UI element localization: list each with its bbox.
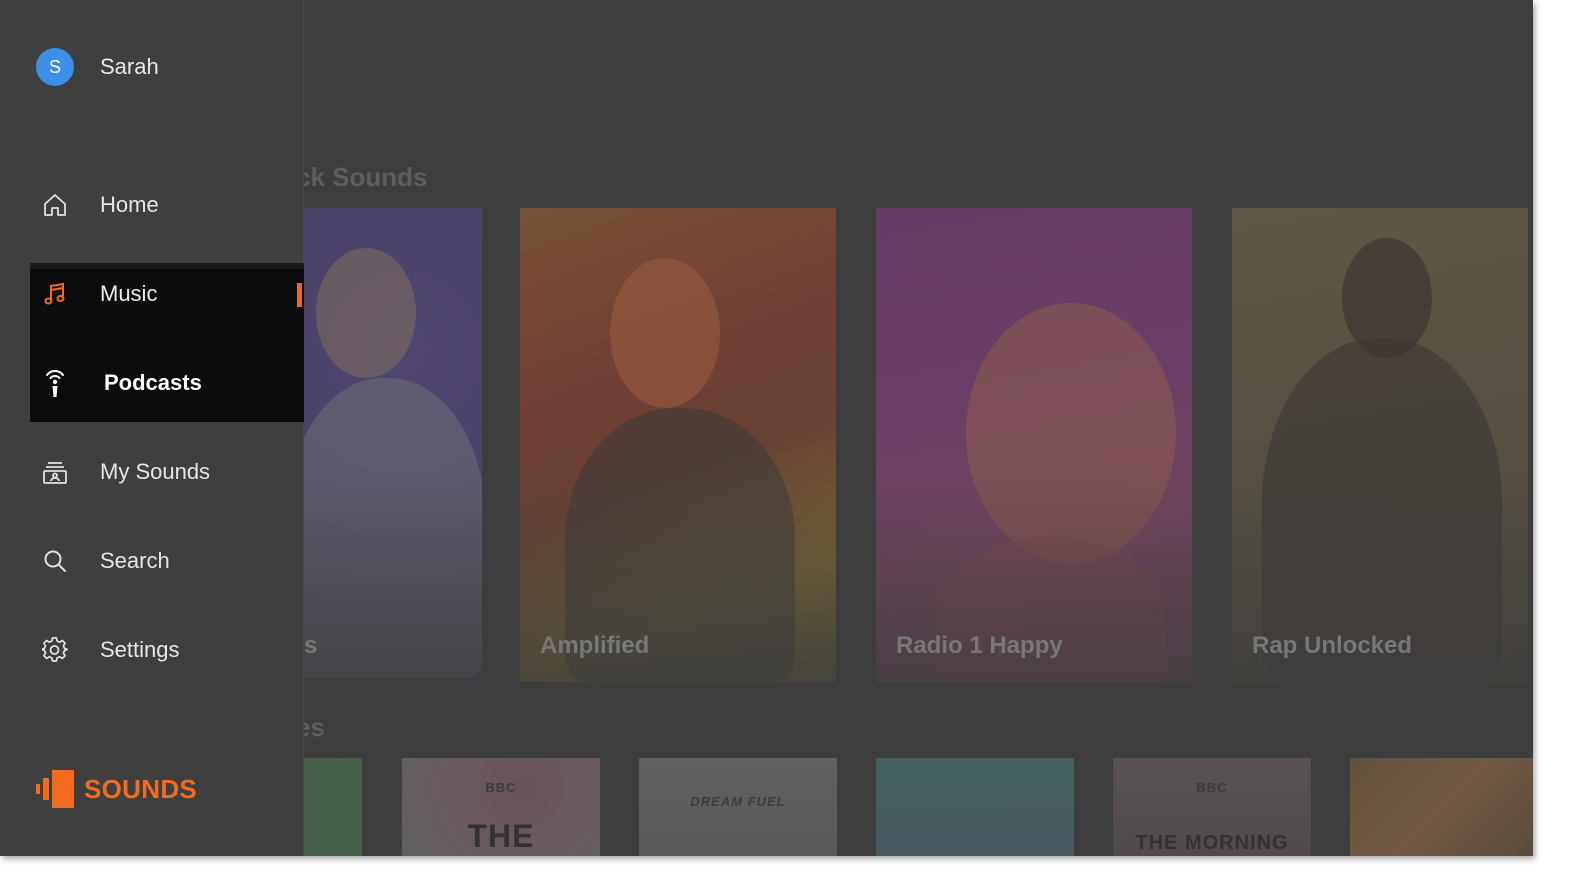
- sounds-logo: SOUNDS: [36, 770, 197, 808]
- profile[interactable]: S Sarah: [36, 48, 159, 86]
- nav-item-settings[interactable]: Settings: [30, 620, 304, 680]
- gear-icon: [30, 637, 80, 663]
- nav-item-search[interactable]: Search: [30, 531, 304, 591]
- station-tile[interactable]: BBC THE: [402, 758, 600, 856]
- search-icon: [30, 548, 80, 574]
- station-tile[interactable]: DREAM FUEL: [639, 758, 837, 856]
- card-title: Rap Unlocked: [1252, 632, 1413, 659]
- nav-label: Music: [100, 281, 158, 306]
- navigation-drawer: S Sarah Home Music Podcasts My Sounds Se…: [0, 0, 304, 856]
- app-window: ck Sounds s Amplified Radio 1 Happy Rap …: [0, 0, 1533, 856]
- nav-label: Search: [100, 548, 170, 573]
- home-icon: [30, 192, 80, 218]
- section-title-sounds: ck Sounds: [296, 162, 428, 192]
- tile-title: THE MORNING: [1135, 832, 1289, 854]
- tile-text: DREAM FUEL: [690, 794, 786, 809]
- nav-label: Podcasts: [104, 370, 202, 395]
- nav-label: My Sounds: [100, 459, 211, 484]
- tile-text: BBC: [485, 780, 517, 795]
- station-tile[interactable]: [876, 758, 1074, 856]
- station-tile[interactable]: BBC THE MORNING: [1113, 758, 1311, 856]
- music-note-icon: [30, 281, 80, 307]
- collection-card[interactable]: Radio 1 Happy: [876, 208, 1192, 682]
- brand-name: SOUNDS: [84, 773, 198, 804]
- nav-label: Settings: [100, 637, 180, 662]
- profile-name: Sarah: [100, 54, 159, 79]
- sounds-logo-icon: [36, 770, 74, 808]
- card-title: Amplified: [540, 632, 650, 659]
- my-sounds-icon: [30, 459, 80, 485]
- tile-title: THE: [467, 818, 535, 854]
- nav-item-music[interactable]: Music: [30, 264, 304, 324]
- card-title: Radio 1 Happy: [896, 632, 1063, 659]
- active-indicator: [297, 283, 302, 307]
- avatar: S: [36, 48, 74, 86]
- tile-text: BBC: [1196, 780, 1228, 795]
- nav-label: Home: [100, 192, 159, 217]
- nav-item-podcasts[interactable]: Podcasts: [30, 353, 304, 413]
- nav-item-my-sounds[interactable]: My Sounds: [30, 442, 304, 502]
- nav-item-home[interactable]: Home: [30, 175, 304, 235]
- podcast-mic-icon: [30, 367, 80, 399]
- card-title: s: [304, 632, 318, 659]
- collection-card[interactable]: Rap Unlocked: [1232, 208, 1528, 682]
- collection-card[interactable]: Amplified: [520, 208, 836, 682]
- station-tile[interactable]: [1350, 758, 1533, 856]
